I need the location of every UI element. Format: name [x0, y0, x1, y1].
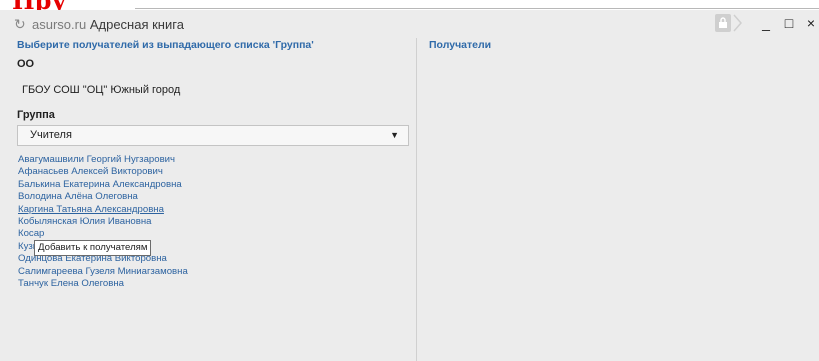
divider — [135, 8, 819, 9]
group-select-value: Учителя — [30, 129, 72, 141]
oo-label: ОО — [17, 58, 35, 70]
people-list: Авагумашвили Георгий Нугзарович Афанасье… — [18, 154, 188, 290]
chevron-down-icon: ▼ — [390, 130, 399, 140]
person-link[interactable]: Косар — [18, 228, 188, 240]
partial-heading-strip: Пру — [0, 0, 819, 10]
person-link[interactable]: Кобылянская Юлия Ивановна — [18, 216, 188, 228]
person-link[interactable]: Авагумашвили Георгий Нугзарович — [18, 154, 188, 166]
person-link[interactable]: Афанасьев Алексей Викторович — [18, 166, 188, 178]
instruction-text: Выберите получателей из выпадающего спис… — [17, 39, 314, 51]
person-link[interactable]: Балькина Екатерина Александровна — [18, 179, 188, 191]
partial-heading: Пру — [12, 0, 67, 10]
close-button[interactable]: × — [803, 15, 819, 31]
person-link[interactable]: Володина Алёна Олеговна — [18, 191, 188, 203]
window-titlebar: ↻ asurso.ru Адресная книга _ □ × — [0, 10, 819, 38]
reload-icon[interactable]: ↻ — [14, 16, 26, 33]
separator-icon — [733, 14, 742, 32]
recipients-title: Получатели — [429, 39, 492, 51]
person-link[interactable]: Салимгареева Гузеля Миниагзамовна — [18, 266, 188, 278]
lock-icon — [715, 14, 731, 32]
window-title-text: Адресная книга — [89, 17, 184, 32]
maximize-button[interactable]: □ — [781, 15, 797, 31]
group-pane: Выберите получателей из выпадающего спис… — [0, 38, 417, 361]
window-title: asurso.ru Адресная книга — [32, 17, 184, 32]
school-name: ГБОУ СОШ "ОЦ" Южный город — [22, 84, 181, 96]
person-link[interactable]: Каргина Татьяна Александровна — [18, 204, 188, 216]
group-label: Группа — [17, 109, 55, 121]
add-recipient-tooltip: Добавить к получателям — [34, 240, 152, 256]
recipients-pane: Получатели — [417, 38, 819, 361]
group-select[interactable]: Учителя ▼ — [17, 125, 409, 146]
person-link[interactable]: Танчук Елена Олеговна — [18, 278, 188, 290]
minimize-button[interactable]: _ — [758, 15, 774, 31]
window-domain: asurso.ru — [32, 17, 87, 32]
